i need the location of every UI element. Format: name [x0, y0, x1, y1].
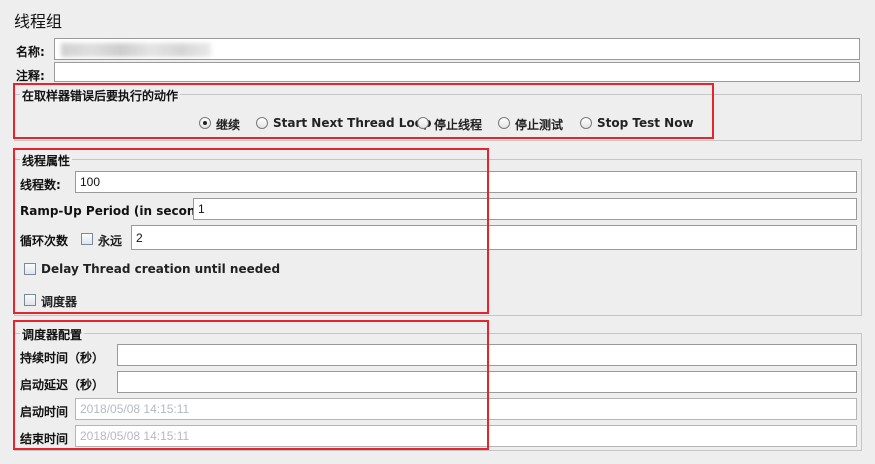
forever-checkbox[interactable] — [81, 233, 93, 245]
radio-stop-test-now[interactable] — [580, 117, 592, 129]
panel-title: 线程组 — [14, 12, 63, 31]
name-input[interactable] — [54, 38, 860, 60]
radio-stop-test[interactable] — [498, 117, 510, 129]
startup-delay-label: 启动延迟（秒） — [20, 378, 105, 392]
scheduler-config-title: 调度器配置 — [20, 326, 85, 343]
loop-label: 循环次数 — [20, 234, 69, 248]
radio-stop-test-now-label[interactable]: Stop Test Now — [597, 116, 694, 130]
loop-count-input[interactable]: 2 — [131, 225, 857, 250]
comment-label: 注释: — [16, 69, 45, 83]
radio-continue[interactable] — [199, 117, 211, 129]
radio-continue-label[interactable]: 继续 — [216, 116, 240, 133]
scheduler-label[interactable]: 调度器 — [41, 293, 77, 310]
radio-start-next-loop[interactable] — [256, 117, 268, 129]
end-time-input[interactable]: 2018/05/08 14:15:11 — [75, 425, 857, 447]
rampup-input[interactable]: 1 — [193, 198, 857, 220]
rampup-label: Ramp-Up Period (in seconds): — [20, 204, 222, 218]
start-time-input[interactable]: 2018/05/08 14:15:11 — [75, 398, 857, 420]
end-time-label: 结束时间 — [20, 432, 69, 446]
radio-start-next-loop-label[interactable]: Start Next Thread Loop — [273, 116, 432, 130]
start-time-label: 启动时间 — [20, 405, 69, 419]
delay-thread-label[interactable]: Delay Thread creation until needed — [41, 262, 280, 276]
startup-delay-input[interactable] — [117, 371, 857, 393]
forever-label[interactable]: 永远 — [98, 232, 122, 249]
delay-thread-checkbox[interactable] — [24, 263, 36, 275]
sampler-error-title: 在取样器错误后要执行的动作 — [20, 87, 181, 104]
name-label: 名称: — [16, 45, 45, 59]
duration-label: 持续时间（秒） — [20, 351, 105, 365]
radio-stop-thread-label[interactable]: 停止线程 — [434, 116, 482, 133]
radio-stop-thread[interactable] — [417, 117, 429, 129]
scheduler-checkbox[interactable] — [24, 294, 36, 306]
redacted-name — [61, 43, 211, 57]
threads-label: 线程数: — [20, 178, 61, 192]
thread-props-title: 线程属性 — [20, 152, 73, 169]
radio-stop-test-label[interactable]: 停止测试 — [515, 116, 563, 133]
comment-input[interactable] — [54, 62, 860, 82]
threads-input[interactable]: 100 — [75, 171, 857, 193]
duration-input[interactable] — [117, 344, 857, 366]
